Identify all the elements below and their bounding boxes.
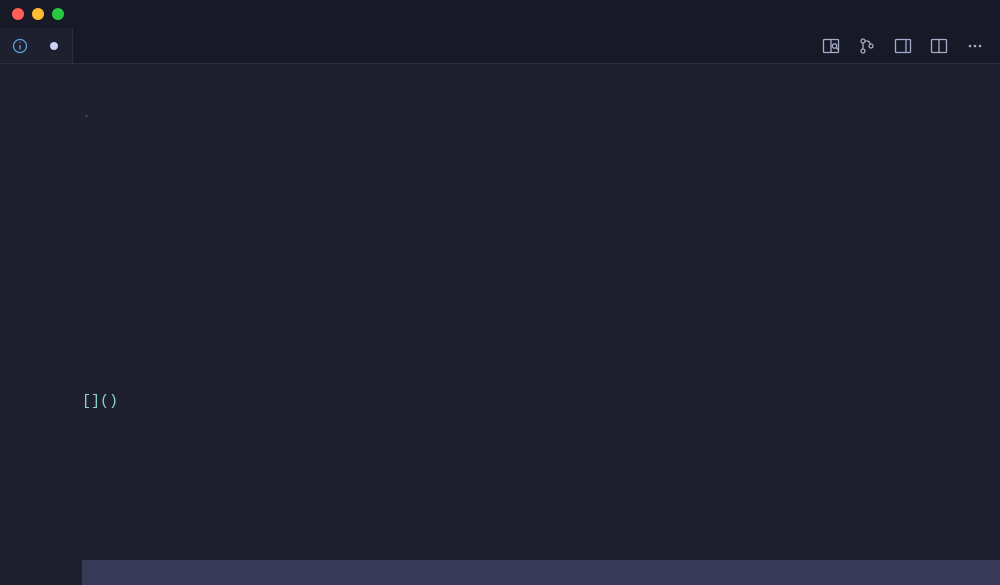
editor-content[interactable]: · []() <box>64 72 1000 585</box>
window-close-button[interactable] <box>12 8 24 20</box>
line-number <box>0 147 64 172</box>
split-editor-icon[interactable] <box>930 37 948 55</box>
code-line: []() <box>82 389 1000 414</box>
code-line-current <box>82 560 1000 585</box>
line-number-gutter <box>0 72 64 585</box>
tab-list <box>0 28 73 63</box>
window-minimize-button[interactable] <box>32 8 44 20</box>
line-number <box>0 247 64 272</box>
line-number <box>0 197 64 222</box>
code-line <box>82 503 1000 528</box>
more-actions-icon[interactable] <box>966 37 984 55</box>
window-maximize-button[interactable] <box>52 8 64 20</box>
line-number <box>0 272 64 297</box>
code-line: · <box>82 104 1000 129</box>
tab-readme[interactable] <box>0 28 73 63</box>
line-number <box>0 372 64 397</box>
toggle-sidebar-icon[interactable] <box>894 37 912 55</box>
line-number <box>0 72 64 97</box>
line-number <box>0 122 64 147</box>
title-bar <box>0 0 1000 28</box>
code-line <box>82 332 1000 357</box>
line-number <box>0 172 64 197</box>
info-icon <box>12 38 28 54</box>
traffic-lights <box>0 8 64 20</box>
code-line <box>82 446 1000 471</box>
source-control-icon[interactable] <box>858 37 876 55</box>
code-line <box>82 275 1000 300</box>
line-number <box>0 347 64 372</box>
tab-bar <box>0 28 1000 64</box>
line-number <box>0 322 64 347</box>
line-number <box>0 397 64 422</box>
modified-indicator-icon <box>50 42 58 50</box>
editor-actions <box>822 28 1000 63</box>
open-preview-icon[interactable] <box>822 37 840 55</box>
line-number <box>0 97 64 122</box>
code-line <box>82 218 1000 243</box>
editor[interactable]: · []() <box>0 64 1000 585</box>
line-number <box>0 222 64 247</box>
line-number <box>0 297 64 322</box>
code-line <box>82 161 1000 186</box>
